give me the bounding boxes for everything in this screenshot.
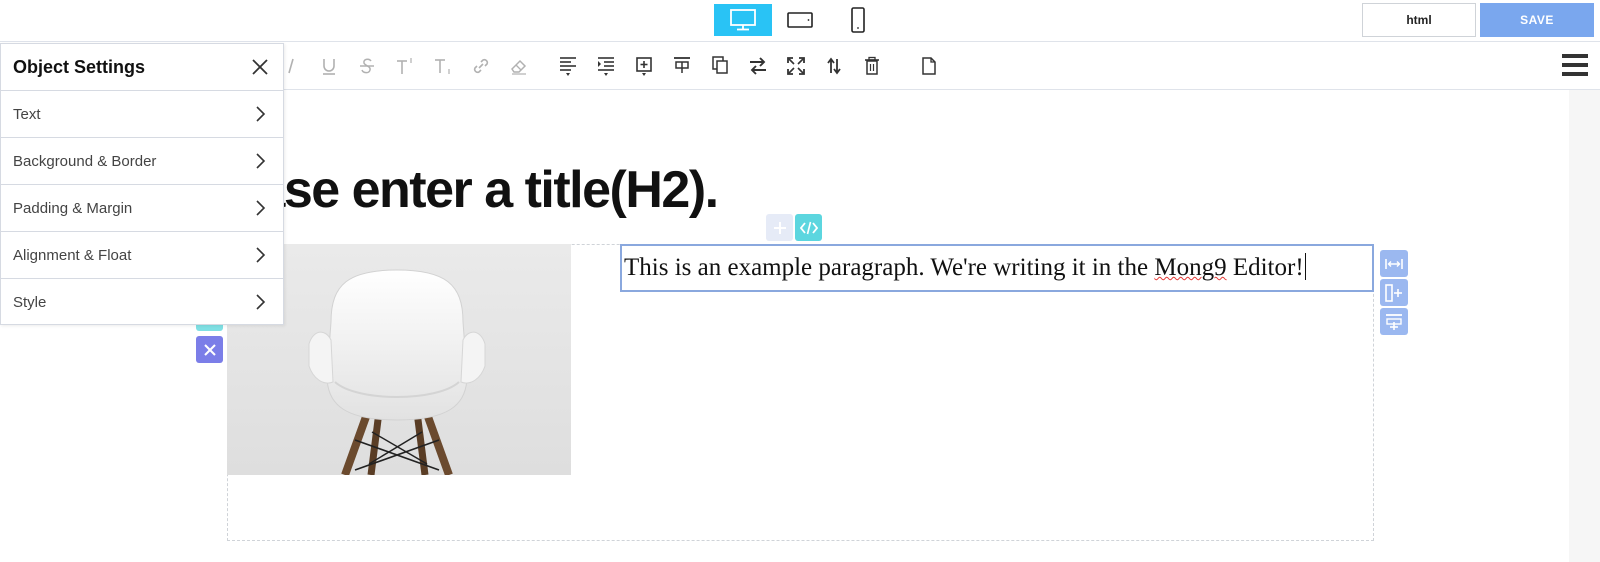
width-icon	[1385, 258, 1403, 269]
chevron-right-icon	[256, 294, 266, 310]
plus-icon	[773, 221, 786, 234]
tablet-view-button[interactable]	[771, 4, 829, 36]
chevron-right-icon	[256, 106, 266, 122]
code-view-button[interactable]	[795, 214, 822, 241]
object-settings-panel: Object Settings Text Background & Border…	[0, 43, 284, 325]
code-icon	[799, 221, 818, 234]
panel-item-label: Style	[13, 294, 47, 311]
desktop-icon	[730, 9, 756, 31]
indent-icon[interactable]	[595, 55, 617, 77]
add-row-icon	[1386, 313, 1402, 330]
align-left-icon[interactable]	[557, 55, 579, 77]
panel-header: Object Settings	[1, 44, 283, 91]
add-column-icon	[1385, 283, 1402, 302]
mobile-view-button[interactable]	[829, 4, 887, 36]
panel-title: Object Settings	[13, 57, 146, 77]
tablet-icon	[787, 12, 813, 28]
move-icon[interactable]	[823, 55, 845, 77]
document-icon[interactable]	[918, 55, 940, 77]
paragraph-text-part: Editor!	[1226, 254, 1304, 281]
subscript-icon[interactable]	[432, 55, 454, 77]
page-heading[interactable]: ease enter a title(H2).	[229, 160, 719, 220]
panel-item-padding-margin[interactable]: Padding & Margin	[1, 185, 283, 232]
right-scroll-strip	[1569, 90, 1600, 562]
copy-icon[interactable]	[709, 55, 731, 77]
superscript-icon[interactable]	[394, 55, 416, 77]
panel-close-button[interactable]	[249, 56, 271, 78]
misspelled-word: Mong9	[1154, 254, 1227, 281]
panel-item-text[interactable]: Text	[1, 91, 283, 138]
chevron-right-icon	[256, 153, 266, 169]
insert-block-icon[interactable]	[633, 55, 655, 77]
panel-item-alignment-float[interactable]: Alignment & Float	[1, 232, 283, 279]
desktop-view-button[interactable]	[714, 4, 772, 36]
eraser-icon[interactable]	[508, 55, 530, 77]
panel-item-label: Padding & Margin	[13, 200, 133, 217]
panel-item-background-border[interactable]: Background & Border	[1, 138, 283, 185]
underline-icon[interactable]	[318, 55, 340, 77]
panel-item-label: Text	[13, 106, 41, 123]
save-button[interactable]: SAVE	[1480, 3, 1594, 37]
resize-width-button[interactable]	[1380, 250, 1408, 277]
panel-item-label: Background & Border	[13, 153, 157, 170]
close-icon	[252, 59, 268, 75]
chevron-right-icon	[256, 200, 266, 216]
mobile-icon	[851, 7, 865, 33]
paragraph-text-part: This is an example paragraph. We're writ…	[624, 254, 1155, 281]
add-column-button[interactable]	[1380, 279, 1408, 306]
trash-icon[interactable]	[861, 55, 883, 77]
paragraph-text[interactable]: This is an example paragraph. We're writ…	[624, 253, 1306, 282]
expand-icon[interactable]	[785, 55, 807, 77]
swap-icon[interactable]	[747, 55, 769, 77]
link-icon[interactable]	[470, 55, 492, 77]
close-icon	[203, 343, 216, 356]
delete-row-button[interactable]	[196, 336, 223, 363]
text-caret	[1304, 253, 1306, 280]
top-bar: html SAVE	[0, 0, 1600, 42]
insert-row-icon[interactable]	[671, 55, 693, 77]
add-row-button[interactable]	[1380, 308, 1408, 335]
strikethrough-icon[interactable]	[356, 55, 378, 77]
add-element-button[interactable]	[766, 214, 793, 241]
panel-item-style[interactable]: Style	[1, 279, 283, 326]
chevron-right-icon	[256, 247, 266, 263]
html-button[interactable]: html	[1362, 3, 1476, 37]
panel-item-label: Alignment & Float	[13, 247, 132, 264]
menu-icon[interactable]	[1562, 53, 1588, 77]
